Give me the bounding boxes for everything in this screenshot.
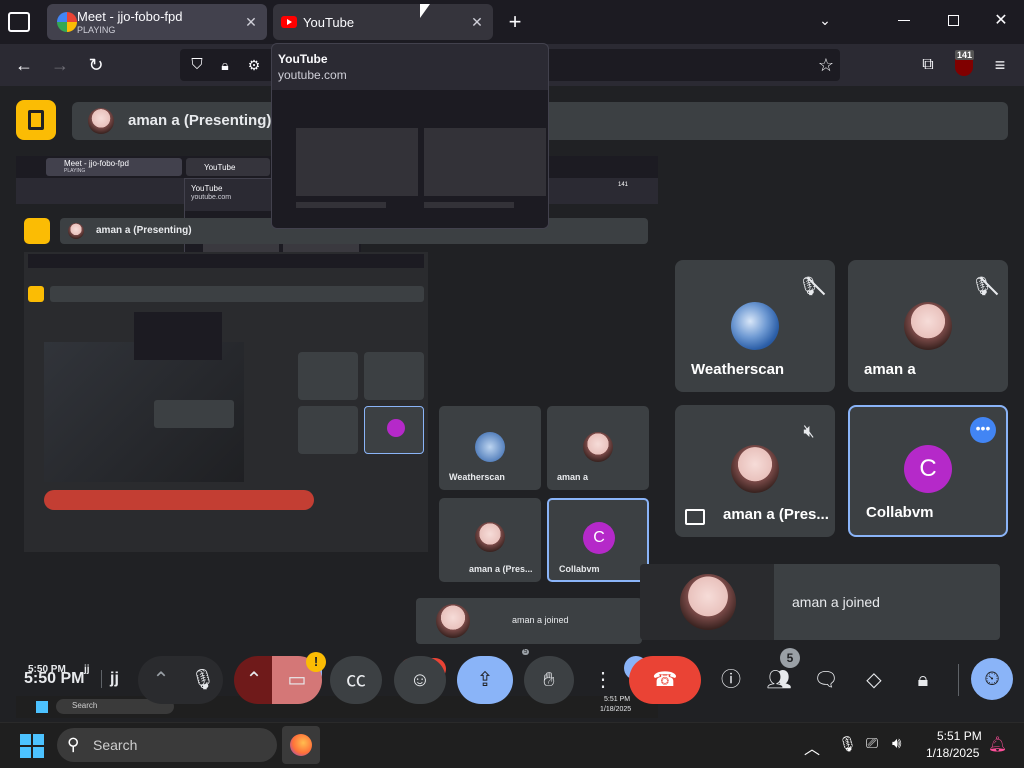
aman-avatar [904, 302, 952, 350]
nested-tab-youtube: YouTube [186, 158, 270, 176]
preview-title: YouTube [278, 52, 328, 66]
people-count-badge: 5 [780, 648, 800, 668]
meeting-info-icon[interactable]: ⓘ [714, 656, 748, 704]
meeting-code: jj [110, 670, 119, 687]
lock-icon[interactable]: 🔒︎ [211, 51, 239, 79]
mouse-cursor-icon [420, 4, 430, 18]
host-controls-icon[interactable]: 🔒︎ [904, 656, 942, 704]
tab-meet-title: Meet - jjo-fobo-fpd [77, 9, 183, 24]
tab-meet-subtitle: PLAYING [77, 25, 116, 35]
toast-message: aman a joined [792, 594, 880, 610]
tab-list-chevron-down-icon[interactable]: ⌄ [815, 12, 835, 32]
hamburger-menu-icon[interactable]: ≡ [986, 51, 1014, 79]
notification-count-badge: 141 [955, 50, 975, 60]
activities-icon[interactable]: ◇ [856, 656, 892, 704]
meeting-time: 5:50 PM [24, 670, 85, 687]
maximize-button[interactable] [948, 15, 959, 26]
participant-name: aman a (Pres... [723, 506, 829, 523]
bookmark-star-icon[interactable]: ☆ [812, 51, 840, 79]
presenter-label: aman a (Presenting) [128, 112, 272, 129]
tab-hover-preview: YouTube youtube.com [271, 43, 549, 229]
permissions-icon[interactable]: ⚙ [240, 51, 268, 79]
extensions-icon[interactable]: ⧉ [914, 51, 942, 79]
participant-tile-weatherscan[interactable]: 🎙︎ Weatherscan [675, 260, 835, 392]
presenting-screen-icon [685, 509, 705, 525]
participant-name: aman a [864, 361, 916, 378]
taskbar-search-box[interactable]: ⚲ Search [57, 728, 277, 762]
minimize-button[interactable] [898, 20, 910, 21]
participant-tile-aman-presenting[interactable]: 🔇︎ aman a (Pres... [675, 405, 835, 537]
nested-badge: 141 [618, 182, 629, 188]
tab-youtube-title: YouTube [303, 15, 355, 30]
search-placeholder: Search [93, 737, 138, 753]
volume-off-icon: 🔇︎ [803, 421, 815, 441]
timer-icon[interactable]: ⏲︎ [971, 658, 1013, 700]
collabvm-avatar: C [904, 445, 952, 493]
nested-meet-logo [24, 218, 50, 244]
tab-meet[interactable]: Meet - jjo-fobo-fpd PLAYING ✕ [47, 4, 267, 40]
network-icon[interactable]: ⎚ [866, 735, 878, 752]
microphone-tray-icon: 🎙︎ [838, 736, 858, 753]
meet-logo-icon[interactable] [16, 100, 56, 140]
nested-tile-aman-pres: aman a (Pres... [439, 498, 541, 582]
more-options-button[interactable]: ⋮ [588, 656, 618, 704]
tab-youtube[interactable]: YouTube ✕ [273, 4, 493, 40]
forward-arrow-icon[interactable]: → [46, 51, 74, 79]
nested-tile-weatherscan: Weatherscan [439, 406, 541, 490]
preview-thumbnail [272, 90, 548, 228]
end-call-button[interactable]: ☎︎ [629, 656, 701, 704]
notification-bell-icon[interactable]: 🔔︎ [988, 735, 1007, 753]
meet-tab-favicon-icon [57, 12, 77, 32]
presenter-avatar [88, 108, 114, 134]
youtube-play-icon [287, 19, 292, 25]
nested-recursive-screen [24, 252, 428, 552]
volume-icon[interactable]: 🔊︎ [892, 735, 901, 752]
taskbar-time[interactable]: 5:51 PM [937, 729, 982, 743]
audio-options-button[interactable]: ⌃ [138, 656, 184, 704]
reload-icon[interactable]: ↻ [82, 51, 110, 79]
divider [101, 670, 102, 688]
preview-url: youtube.com [278, 68, 347, 82]
close-tab-icon[interactable]: ✕ [469, 14, 485, 30]
raise-hand-button[interactable]: ✋︎ [524, 656, 574, 704]
chat-icon[interactable]: 🗨︎ [808, 656, 844, 704]
chevron-up-icon[interactable]: ︿ [804, 735, 820, 759]
divider [958, 664, 959, 696]
tab-bar: Meet - jjo-fobo-fpd PLAYING ✕ YouTube ✕ … [0, 0, 1024, 44]
shared-screen: Meet - jjo-fobo-fpd PLAYING YouTube 141 … [16, 156, 658, 718]
camera-warning-badge: ! [306, 652, 326, 672]
participant-tile-aman[interactable]: 🎙︎ aman a [848, 260, 1008, 392]
weatherscan-avatar [731, 302, 779, 350]
new-tab-button[interactable]: + [503, 10, 527, 34]
close-window-button[interactable]: ✕ [992, 10, 1010, 32]
firefox-taskbar-icon[interactable] [282, 726, 320, 764]
taskbar-date[interactable]: 1/18/2025 [926, 746, 979, 760]
nested-tile-aman: aman a [547, 406, 649, 490]
participant-name: Weatherscan [691, 361, 785, 378]
captions-button[interactable]: ㏄ [330, 656, 382, 704]
aman-presenting-avatar [731, 445, 779, 493]
emoji-reactions-button[interactable]: ☺ [394, 656, 446, 704]
participant-name: Collabvm [866, 504, 934, 521]
present-screen-button[interactable]: ⇪ [457, 656, 513, 704]
close-tab-icon[interactable]: ✕ [243, 14, 259, 30]
video-options-button[interactable]: ⌃ [234, 656, 274, 704]
toast-avatar [680, 574, 736, 630]
shield-icon[interactable]: ⛉ [183, 51, 211, 79]
participant-tile-collabvm[interactable]: C ••• Collabvm [848, 405, 1008, 537]
nested-tab-meet: Meet - jjo-fobo-fpd PLAYING [46, 158, 182, 176]
back-arrow-icon[interactable]: ← [10, 51, 38, 79]
more-options-icon[interactable]: ••• [970, 417, 996, 443]
tab-list-icon[interactable] [8, 12, 30, 32]
join-notification-toast: aman a joined [640, 564, 1000, 640]
search-icon: ⚲ [67, 735, 80, 754]
start-grid-lines [20, 745, 44, 747]
nested-tile-collabvm: C Collabvm [547, 498, 649, 582]
nested-toast: aman a joined [416, 598, 642, 644]
windows-taskbar: ⚲ Search ︿ 🎙︎ ⎚ 🔊︎ 5:51 PM 1/18/2025 🔔︎ [0, 722, 1024, 768]
nested-code: jj [84, 664, 90, 675]
leave-room-icon [28, 110, 44, 130]
